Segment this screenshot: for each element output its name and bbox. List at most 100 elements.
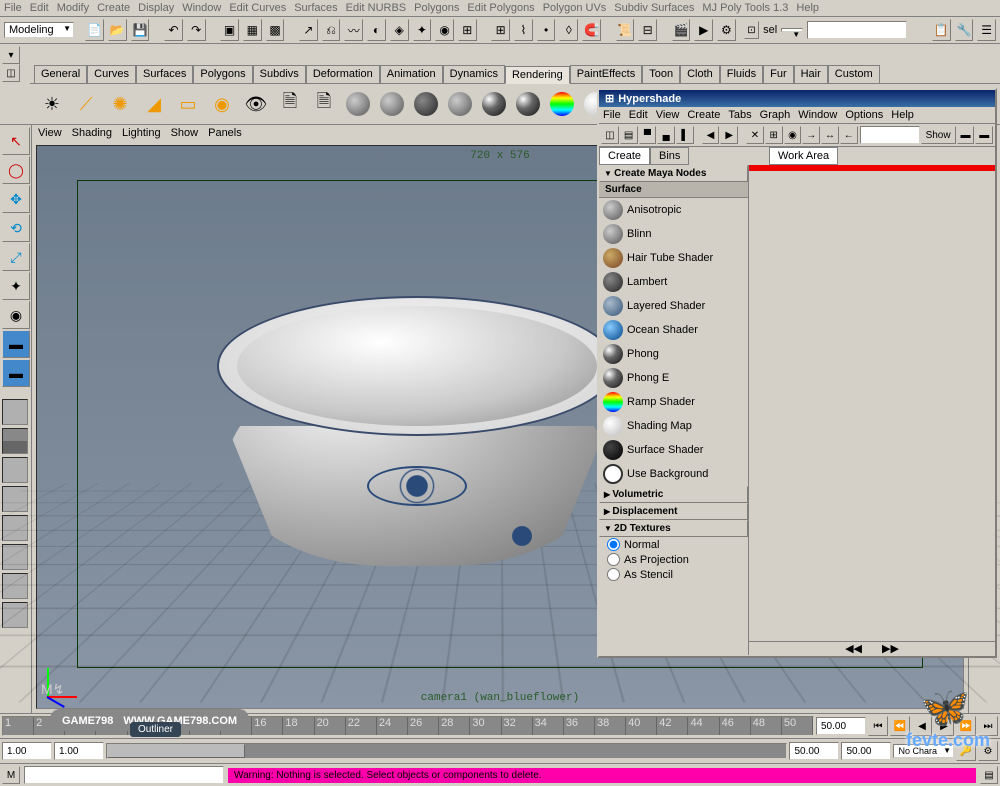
hypershade-menubar[interactable]: File Edit View Create Tabs Graph Window …: [599, 107, 995, 124]
mask-curve-icon[interactable]: 〰: [344, 19, 363, 41]
snap-curve-icon[interactable]: ⌇: [514, 19, 533, 41]
mask-joint-icon[interactable]: ⎌: [322, 19, 341, 41]
hs-item-ramp[interactable]: Ramp Shader: [599, 390, 748, 414]
phong-shelf-icon[interactable]: [478, 88, 510, 120]
anim-end-field[interactable]: [841, 742, 891, 760]
mask-misc-icon[interactable]: ⊞: [458, 19, 477, 41]
ipr-icon[interactable]: ▶: [694, 19, 713, 41]
tab-deformation[interactable]: Deformation: [306, 65, 380, 83]
menu-display[interactable]: Display: [138, 2, 174, 14]
history-toggle-icon[interactable]: ⊟: [638, 19, 657, 41]
hs-item-layered[interactable]: Layered Shader: [599, 294, 748, 318]
hs-toggle-bins-icon[interactable]: ▤: [620, 126, 638, 144]
hs-item-anisotropic[interactable]: Anisotropic: [599, 198, 748, 222]
menu-editpolygons[interactable]: Edit Polygons: [467, 2, 534, 14]
tab-dynamics[interactable]: Dynamics: [443, 65, 505, 83]
light-ambient-icon[interactable]: ☀: [36, 88, 68, 120]
menu-editnurbs[interactable]: Edit NURBS: [346, 2, 407, 14]
hs-item-phonge[interactable]: Phong E: [599, 366, 748, 390]
select-comp-icon[interactable]: ▩: [266, 19, 285, 41]
hs-displacement-header[interactable]: Displacement: [599, 503, 748, 520]
hs-item-shadingmap[interactable]: Shading Map: [599, 414, 748, 438]
range-start-field[interactable]: [54, 742, 104, 760]
mask-handle-icon[interactable]: ↗: [299, 19, 318, 41]
hs-radio-stencil[interactable]: As Stencil: [599, 567, 748, 582]
light-volume-icon[interactable]: ◉: [206, 88, 238, 120]
vp-panels[interactable]: Panels: [208, 127, 242, 139]
hs-options[interactable]: Options: [845, 109, 883, 121]
sel-dropdown[interactable]: [781, 28, 803, 32]
tab-custom[interactable]: Custom: [828, 65, 880, 83]
menu-surfaces[interactable]: Surfaces: [294, 2, 337, 14]
shelf-menu-icon[interactable]: ▾: [2, 46, 20, 64]
psd-edit-icon[interactable]: 🗎: [308, 88, 340, 120]
goto-start-icon[interactable]: ⏮: [868, 716, 888, 736]
move-tool-icon[interactable]: ✥: [2, 185, 30, 213]
hs-view[interactable]: View: [656, 109, 680, 121]
mode-dropdown[interactable]: Modeling: [4, 22, 74, 38]
paint-sel-icon[interactable]: ▬: [2, 359, 30, 387]
attr-editor-icon[interactable]: 📋: [932, 19, 951, 41]
menu-polygonuvs[interactable]: Polygon UVs: [543, 2, 607, 14]
blinn-shelf-icon[interactable]: [376, 88, 408, 120]
save-scene-icon[interactable]: 💾: [131, 19, 150, 41]
layout-icon[interactable]: [2, 457, 28, 483]
hs-prev-icon[interactable]: ◀: [702, 126, 720, 144]
mask-surface-icon[interactable]: ◐: [367, 19, 386, 41]
render-frame-icon[interactable]: 🎬: [672, 19, 691, 41]
hs-tab-workarea[interactable]: Work Area: [769, 147, 838, 165]
hs-radio-projection[interactable]: As Projection: [599, 552, 748, 567]
hs-tab-bins[interactable]: Bins: [650, 147, 689, 165]
hs-inout-conn-icon[interactable]: ↔: [821, 126, 839, 144]
tab-rendering[interactable]: Rendering: [505, 66, 570, 84]
menu-mjpoly[interactable]: MJ Poly Tools 1.3: [702, 2, 788, 14]
light-directional-icon[interactable]: ⟋: [70, 88, 102, 120]
menu-create[interactable]: Create: [97, 2, 130, 14]
tab-fluids[interactable]: Fluids: [720, 65, 763, 83]
hs-toggle-create-icon[interactable]: ◫: [601, 126, 619, 144]
menu-modify[interactable]: Modify: [57, 2, 89, 14]
hs-item-lambert[interactable]: Lambert: [599, 270, 748, 294]
anisotropic-shelf-icon[interactable]: [342, 88, 374, 120]
snap-point-icon[interactable]: •: [537, 19, 556, 41]
tool-settings-icon[interactable]: 🔧: [955, 19, 974, 41]
hypershade-window[interactable]: ⊞ Hypershade File Edit View Create Tabs …: [597, 88, 997, 658]
hs-2dtex-header[interactable]: 2D Textures: [599, 520, 748, 537]
hs-scrollbar[interactable]: ◀◀▶▶: [749, 641, 995, 655]
light-spot-icon[interactable]: ◢: [138, 88, 170, 120]
select-hier-icon[interactable]: ▣: [220, 19, 239, 41]
hs-item-hairtube[interactable]: Hair Tube Shader: [599, 246, 748, 270]
hs-item-blinn[interactable]: Blinn: [599, 222, 748, 246]
menu-file[interactable]: File: [4, 2, 22, 14]
hs-graph-mat-icon[interactable]: ◉: [784, 126, 802, 144]
range-slider[interactable]: [106, 743, 787, 759]
mask-render-icon[interactable]: ◉: [435, 19, 454, 41]
hs-volumetric-header[interactable]: Volumetric: [599, 486, 748, 503]
rotate-tool-icon[interactable]: ⟲: [2, 214, 30, 242]
hs-output-conn-icon[interactable]: ←: [840, 126, 858, 144]
hs-window[interactable]: Window: [798, 109, 837, 121]
layered-shelf-icon[interactable]: [444, 88, 476, 120]
hs-filter-input[interactable]: [860, 126, 920, 144]
light-area-icon[interactable]: ▭: [172, 88, 204, 120]
menu-edit[interactable]: Edit: [30, 2, 49, 14]
hs-container-icon[interactable]: ▬: [957, 126, 975, 144]
hs-create-header[interactable]: Create Maya Nodes: [599, 165, 748, 182]
undo-icon[interactable]: ↶: [164, 19, 183, 41]
command-input[interactable]: [24, 766, 224, 784]
soft-tool-icon[interactable]: ◉: [2, 301, 30, 329]
hypershade-titlebar[interactable]: ⊞ Hypershade: [599, 90, 995, 107]
anim-start-field[interactable]: [2, 742, 52, 760]
menu-polygons[interactable]: Polygons: [414, 2, 459, 14]
hs-item-ocean[interactable]: Ocean Shader: [599, 318, 748, 342]
tab-general[interactable]: General: [34, 65, 87, 83]
tab-cloth[interactable]: Cloth: [680, 65, 720, 83]
tab-animation[interactable]: Animation: [380, 65, 443, 83]
light-point-icon[interactable]: ✺: [104, 88, 136, 120]
current-frame-field[interactable]: [816, 717, 866, 735]
menu-help[interactable]: Help: [796, 2, 819, 14]
ramp-shelf-icon[interactable]: [546, 88, 578, 120]
scale-tool-icon[interactable]: ⤢: [2, 243, 30, 271]
tab-polygons[interactable]: Polygons: [193, 65, 252, 83]
hs-radio-normal[interactable]: Normal: [599, 537, 748, 552]
